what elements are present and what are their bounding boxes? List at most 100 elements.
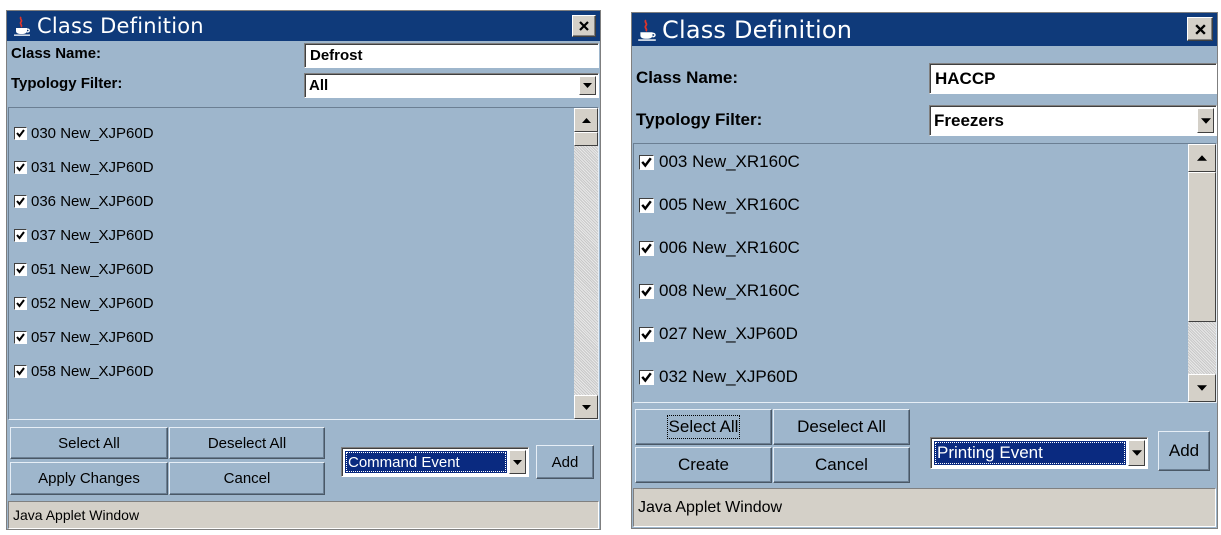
list-item-label: 052 New_XJP60D [31, 295, 154, 312]
list-item[interactable]: 052 New_XJP60D [14, 295, 154, 312]
status-text: Java Applet Window [13, 507, 140, 523]
add-button[interactable]: Add [536, 445, 594, 479]
checkmark-icon [16, 163, 25, 172]
class-name-value: Defrost [310, 47, 363, 64]
java-cup-icon [636, 18, 658, 41]
list-item[interactable]: 027 New_XJP60D [639, 324, 798, 344]
triangle-up-icon[interactable] [574, 108, 598, 132]
list-item-label: 031 New_XJP60D [31, 159, 154, 176]
class-name-value: HACCP [935, 68, 996, 88]
close-icon[interactable] [1187, 17, 1213, 41]
checkbox[interactable] [639, 283, 654, 299]
scroll-thumb[interactable] [574, 132, 598, 146]
class-name-input[interactable]: HACCP [929, 63, 1217, 94]
triangle-down-icon[interactable] [1188, 374, 1216, 402]
checkbox[interactable] [639, 326, 654, 342]
list-item-label: 006 New_XR160C [659, 238, 800, 257]
triangle-down-icon[interactable] [579, 76, 596, 95]
checkmark-icon [16, 129, 25, 138]
vertical-scrollbar[interactable] [1188, 144, 1216, 402]
list-item-label: 027 New_XJP60D [659, 324, 798, 343]
checkbox[interactable] [14, 229, 27, 242]
checkbox[interactable] [14, 195, 27, 208]
list-item[interactable]: 051 New_XJP60D [14, 261, 154, 278]
checkmark-icon [641, 285, 652, 297]
checkbox[interactable] [639, 197, 654, 213]
checkbox[interactable] [14, 365, 27, 378]
checkmark-icon [641, 242, 652, 254]
checkbox[interactable] [639, 369, 654, 385]
list-item[interactable]: 030 New_XJP60D [14, 125, 154, 142]
list-item-label: 005 New_XR160C [659, 195, 800, 214]
scroll-thumb[interactable] [1188, 172, 1216, 322]
checkmark-icon [641, 328, 652, 340]
list-item-label: 008 New_XR160C [659, 281, 800, 300]
checkmark-icon [641, 199, 652, 211]
checkbox[interactable] [14, 127, 27, 140]
list-item[interactable]: 003 New_XR160C [639, 152, 800, 172]
list-item[interactable]: 031 New_XJP60D [14, 159, 154, 176]
typology-filter-label: Typology Filter: [11, 75, 123, 92]
triangle-up-icon[interactable] [1188, 144, 1216, 172]
create-button[interactable]: Create [635, 447, 772, 483]
checkmark-icon [16, 265, 25, 274]
checkbox[interactable] [639, 240, 654, 256]
window-title: Class Definition [662, 15, 853, 44]
list-item[interactable]: 037 New_XJP60D [14, 227, 154, 244]
list-item-label: 003 New_XR160C [659, 152, 800, 171]
class-name-label: Class Name: [11, 45, 102, 62]
checkmark-icon [16, 197, 25, 206]
checkmark-icon [641, 371, 652, 383]
status-bar: Java Applet Window [633, 488, 1216, 527]
list-item[interactable]: 057 New_XJP60D [14, 329, 154, 346]
device-list[interactable]: 030 New_XJP60D 031 New_XJP60D 036 New_XJ… [8, 107, 599, 420]
add-button[interactable]: Add [1158, 431, 1210, 471]
checkbox[interactable] [14, 297, 27, 310]
checkmark-icon [16, 231, 25, 240]
list-item-label: 037 New_XJP60D [31, 227, 154, 244]
select-all-button[interactable]: Select All [635, 409, 772, 445]
typology-filter-label: Typology Filter: [636, 110, 763, 129]
class-name-input[interactable]: Defrost [304, 43, 599, 68]
close-icon[interactable] [572, 15, 596, 37]
event-type-select[interactable]: Printing Event [930, 437, 1148, 469]
typology-filter-value: All [309, 77, 329, 94]
status-bar: Java Applet Window [8, 501, 599, 529]
event-type-select[interactable]: Command Event [341, 447, 529, 477]
triangle-down-icon[interactable] [1197, 108, 1214, 133]
vertical-scrollbar[interactable] [574, 108, 598, 419]
deselect-all-button[interactable]: Deselect All [773, 409, 910, 445]
class-definition-window-left: Class Definition Class Name: Defrost Typ… [6, 10, 601, 530]
list-item[interactable]: 008 New_XR160C [639, 281, 800, 301]
checkbox[interactable] [14, 161, 27, 174]
checkbox[interactable] [14, 263, 27, 276]
list-item-label: 032 New_XJP60D [659, 367, 798, 386]
list-item[interactable]: 005 New_XR160C [639, 195, 800, 215]
list-item-label: 058 New_XJP60D [31, 363, 154, 380]
title-bar[interactable]: Class Definition [632, 13, 1217, 46]
cancel-button[interactable]: Cancel [169, 462, 325, 495]
cancel-button[interactable]: Cancel [773, 447, 910, 483]
triangle-down-icon[interactable] [509, 450, 526, 474]
checkmark-icon [641, 156, 652, 168]
triangle-down-icon[interactable] [574, 395, 598, 419]
deselect-all-button[interactable]: Deselect All [169, 427, 325, 459]
typology-filter-select[interactable]: All [304, 73, 599, 98]
list-item[interactable]: 006 New_XR160C [639, 238, 800, 258]
device-list[interactable]: 003 New_XR160C 005 New_XR160C 006 New_XR… [633, 143, 1217, 403]
checkmark-icon [16, 367, 25, 376]
triangle-down-icon[interactable] [1128, 440, 1145, 466]
event-type-value: Printing Event [934, 441, 1126, 465]
window-title: Class Definition [37, 14, 204, 38]
select-all-button[interactable]: Select All [10, 427, 168, 459]
typology-filter-select[interactable]: Freezers [929, 105, 1217, 136]
apply-changes-button[interactable]: Apply Changes [10, 462, 168, 495]
checkbox[interactable] [639, 154, 654, 170]
list-item[interactable]: 036 New_XJP60D [14, 193, 154, 210]
java-cup-icon [11, 15, 33, 37]
title-bar[interactable]: Class Definition [7, 11, 600, 41]
class-name-label: Class Name: [636, 68, 739, 87]
list-item[interactable]: 032 New_XJP60D [639, 367, 798, 387]
list-item[interactable]: 058 New_XJP60D [14, 363, 154, 380]
checkbox[interactable] [14, 331, 27, 344]
